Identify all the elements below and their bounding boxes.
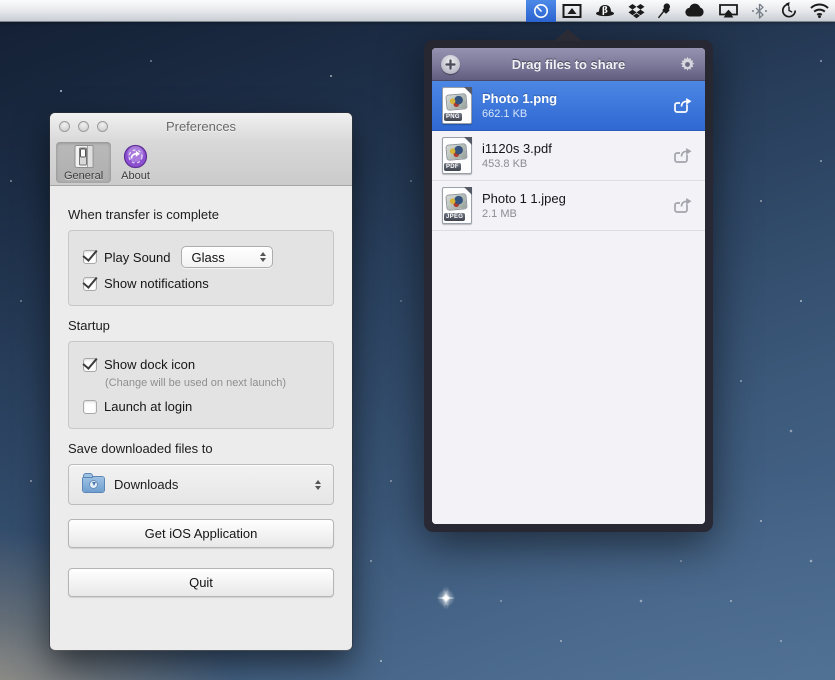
show-dock-icon-checkbox[interactable] <box>83 358 97 372</box>
minimize-button[interactable] <box>78 121 89 132</box>
startup-group-box: Show dock icon (Change will be used on n… <box>68 341 334 429</box>
stepper-arrows-icon <box>315 480 321 490</box>
zoom-button[interactable] <box>97 121 108 132</box>
file-list: PNG Photo 1.png 662.1 KB <box>432 81 705 524</box>
popover-header[interactable]: Drag files to share <box>432 48 705 81</box>
transfer-group-box: Play Sound Glass Show notifications <box>68 230 334 306</box>
title-bar[interactable]: Preferences <box>50 113 352 140</box>
transfer-section-label: When transfer is complete <box>68 207 334 222</box>
save-folder-select[interactable]: Downloads <box>68 464 334 505</box>
file-row[interactable]: JPEG Photo 1 1.jpeg 2.1 MB <box>432 181 705 231</box>
airplay-icon[interactable] <box>712 0 745 22</box>
file-name: Photo 1.png <box>482 90 671 107</box>
about-icon <box>123 144 148 169</box>
sound-select[interactable]: Glass <box>181 246 273 268</box>
file-row[interactable]: PNG Photo 1.png 662.1 KB <box>432 81 705 131</box>
share-icon[interactable] <box>671 147 693 164</box>
preferences-window: Preferences General <box>50 113 352 650</box>
switch-icon <box>73 144 95 169</box>
popover-arrow <box>554 29 582 41</box>
startup-section-label: Startup <box>68 318 334 333</box>
bluetooth-icon[interactable] <box>745 0 774 22</box>
airserver-icon[interactable] <box>556 0 588 22</box>
launch-at-login-checkbox[interactable] <box>83 400 97 414</box>
jpeg-file-icon: JPEG <box>442 187 472 224</box>
share-popover: Drag files to share PNG Photo 1.png <box>424 28 713 532</box>
quit-button[interactable]: Quit <box>68 568 334 597</box>
launch-at-login-label: Launch at login <box>104 399 192 414</box>
save-folder-value: Downloads <box>114 477 315 492</box>
png-file-icon: PNG <box>442 87 472 124</box>
save-section-label: Save downloaded files to <box>68 441 334 456</box>
file-size: 453.8 KB <box>482 157 671 171</box>
cloudapp-icon[interactable] <box>678 0 712 22</box>
alfred-beta-icon[interactable]: β <box>588 0 622 22</box>
dock-icon-note: (Change will be used on next launch) <box>105 377 321 389</box>
show-dock-icon-label: Show dock icon <box>104 357 195 372</box>
svg-text:β: β <box>602 6 608 16</box>
pin-icon[interactable] <box>651 0 678 22</box>
dropbox-icon[interactable] <box>622 0 651 22</box>
popover-frame: Drag files to share PNG Photo 1.png <box>424 40 713 532</box>
stepper-arrows-icon <box>260 252 266 262</box>
tab-general[interactable]: General <box>56 142 111 183</box>
downloads-folder-icon <box>83 477 104 492</box>
preferences-toolbar: General About <box>50 140 352 186</box>
get-ios-app-button[interactable]: Get iOS Application <box>68 519 334 548</box>
pdf-file-icon: PDF <box>442 137 472 174</box>
drop-zone[interactable] <box>432 231 705 524</box>
sound-select-value: Glass <box>192 250 260 265</box>
gear-icon[interactable] <box>679 56 696 73</box>
wifi-icon[interactable] <box>804 0 835 22</box>
play-sound-label: Play Sound <box>104 250 171 265</box>
tab-about[interactable]: About <box>113 142 158 183</box>
bright-star <box>437 589 455 607</box>
add-file-button[interactable] <box>441 55 460 74</box>
file-name: Photo 1 1.jpeg <box>482 190 671 207</box>
transfer-app-icon[interactable] <box>526 0 556 22</box>
tab-about-label: About <box>121 170 150 182</box>
file-size: 2.1 MB <box>482 207 671 221</box>
share-icon[interactable] <box>671 97 693 114</box>
menu-bar: β <box>0 0 835 22</box>
time-machine-icon[interactable] <box>774 0 804 22</box>
popover-title: Drag files to share <box>432 57 705 72</box>
file-size: 662.1 KB <box>482 107 671 121</box>
file-name: i1120s 3.pdf <box>482 140 671 157</box>
play-sound-checkbox[interactable] <box>83 250 97 264</box>
close-button[interactable] <box>59 121 70 132</box>
share-icon[interactable] <box>671 197 693 214</box>
show-notifications-label: Show notifications <box>104 276 209 291</box>
file-row[interactable]: PDF i1120s 3.pdf 453.8 KB <box>432 131 705 181</box>
show-notifications-checkbox[interactable] <box>83 277 97 291</box>
tab-general-label: General <box>64 170 103 182</box>
